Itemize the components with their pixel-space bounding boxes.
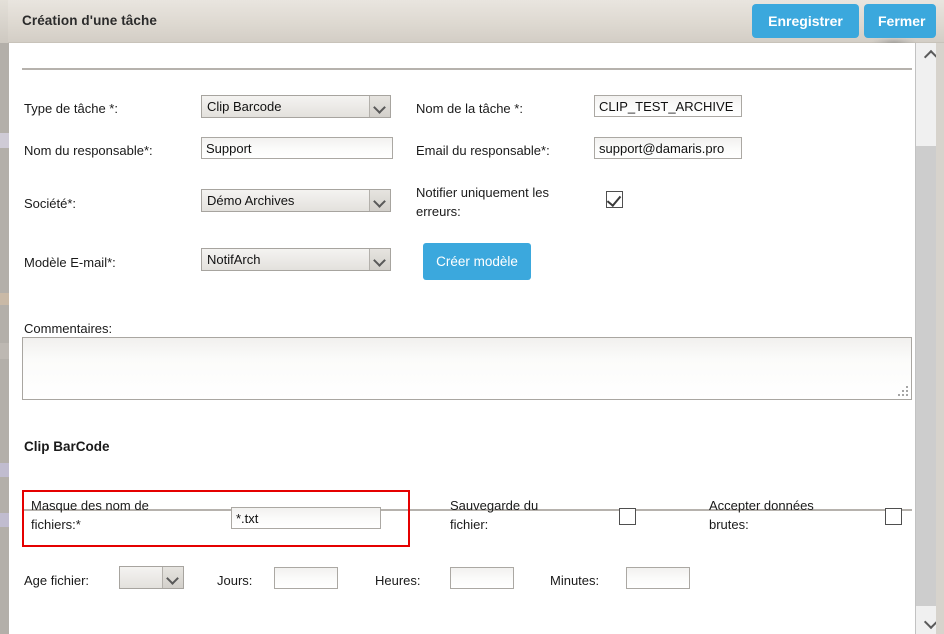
label-minutes: Minutes:: [550, 573, 600, 588]
company-select-value: Démo Archives: [207, 193, 295, 208]
task-type-select[interactable]: Clip Barcode: [201, 95, 391, 118]
label-accept-raw-data: Accepter données brutes:: [709, 498, 814, 532]
manager-name-input[interactable]: [201, 137, 393, 159]
label-manager-name: Nom du responsable*:: [24, 143, 153, 158]
notify-errors-only-checkbox[interactable]: [606, 191, 623, 208]
task-form-panel: Type de tâche *: Clip Barcode Nom de la …: [9, 43, 915, 634]
label-task-name: Nom de la tâche *:: [416, 101, 523, 116]
minutes-input[interactable]: [626, 567, 690, 589]
label-file-age: Age fichier:: [24, 573, 90, 588]
file-backup-checkbox[interactable]: [619, 508, 636, 525]
resize-grip-icon[interactable]: [898, 386, 908, 396]
background-page-left-strip-content: [0, 43, 9, 634]
company-select[interactable]: Démo Archives: [201, 189, 391, 212]
file-name-mask-input[interactable]: [231, 507, 381, 529]
task-name-input[interactable]: [594, 95, 742, 117]
label-email-template: Modèle E-mail*:: [24, 255, 116, 270]
hours-input[interactable]: [450, 567, 514, 589]
create-template-button[interactable]: Créer modèle: [423, 243, 531, 280]
file-age-select[interactable]: [119, 566, 184, 589]
application-window: Création d'une tâche Enregistrer Fermer …: [0, 0, 944, 634]
label-company: Société*:: [24, 196, 77, 211]
label-hours: Heures:: [375, 573, 421, 588]
label-notify-errors-only: Notifier uniquement les erreurs:: [416, 185, 549, 219]
email-template-select-value: NotifArch: [207, 252, 261, 267]
email-template-select[interactable]: NotifArch: [201, 248, 391, 271]
section-title-clip-barcode: Clip BarCode: [24, 439, 110, 454]
accept-raw-data-checkbox[interactable]: [885, 508, 902, 525]
window-right-edge: [936, 43, 944, 634]
chevron-down-icon: [369, 96, 390, 117]
chevron-down-icon: [369, 190, 390, 211]
top-divider: [22, 68, 912, 70]
chevron-down-icon: [162, 567, 183, 588]
titlebar-left-edge: [0, 0, 8, 43]
save-button[interactable]: Enregistrer: [752, 4, 859, 38]
label-manager-email: Email du responsable*:: [416, 143, 550, 158]
window-titlebar: Création d'une tâche Enregistrer Fermer: [0, 0, 944, 43]
label-task-type: Type de tâche *:: [24, 101, 118, 116]
label-file-backup: Sauvegarde du fichier:: [450, 498, 539, 532]
manager-email-input[interactable]: [594, 137, 742, 159]
comments-textarea[interactable]: [22, 337, 912, 400]
label-file-name-mask: Masque des nom de fichiers:*: [31, 498, 149, 532]
close-button[interactable]: Fermer: [864, 4, 936, 38]
chevron-down-icon: [369, 249, 390, 270]
label-comments: Commentaires:: [24, 321, 113, 336]
task-type-select-value: Clip Barcode: [207, 99, 282, 114]
days-input[interactable]: [274, 567, 338, 589]
page-title: Création d'une tâche: [22, 13, 157, 28]
